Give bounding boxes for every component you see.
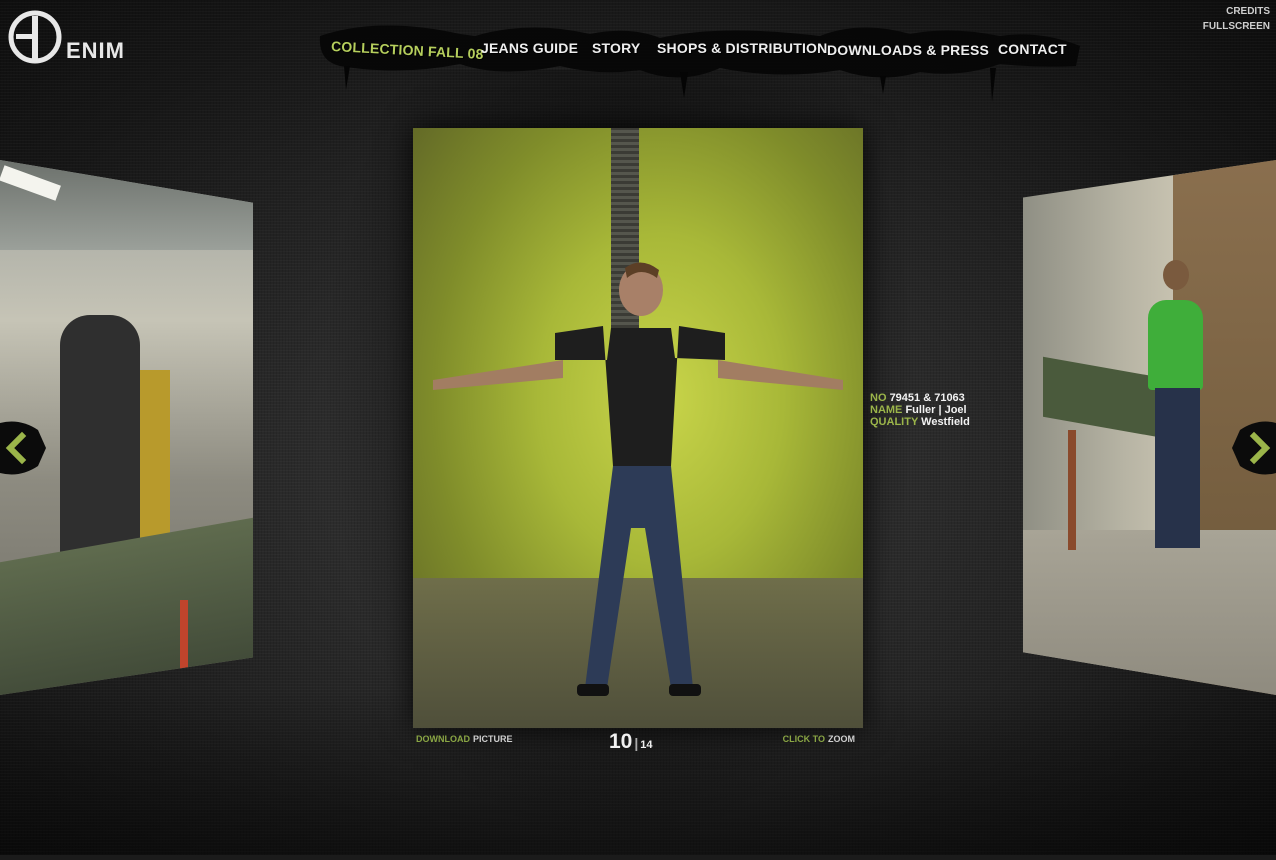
info-number-label: NO [870, 392, 887, 404]
nav-story[interactable]: STORY [592, 40, 640, 56]
logo-mark-icon [8, 10, 62, 64]
credits-link[interactable]: CREDITS [1203, 4, 1270, 19]
nav-jeans-guide[interactable]: JEANS GUIDE [481, 40, 578, 56]
chevron-right-icon [1232, 421, 1276, 475]
chevron-left-icon [0, 421, 46, 475]
top-links: CREDITS FULLSCREEN [1203, 4, 1270, 34]
photo-controls: DOWNLOAD PICTURE 10 | 14 CLICK TO ZOOM [413, 730, 863, 754]
photo-counter: 10 | 14 [609, 730, 653, 754]
model-green-shirt [1148, 300, 1203, 390]
zoom-action: ZOOM [828, 734, 855, 744]
info-number-value: 79451 & 71063 [889, 392, 965, 404]
info-name-label: NAME [870, 404, 903, 416]
info-quality-label: QUALITY [870, 416, 919, 428]
counter-separator: | [634, 735, 639, 751]
counter-current: 10 [609, 730, 633, 753]
product-info: NO 79451 & 71063 NAME Fuller | Joel QUAL… [870, 392, 970, 428]
zoom-label: CLICK TO [782, 734, 825, 744]
model-silhouette [433, 262, 843, 696]
model-head [1163, 260, 1189, 290]
info-name-row: NAME Fuller | Joel [870, 404, 970, 416]
download-picture-link[interactable]: DOWNLOAD PICTURE [416, 734, 513, 744]
nav-downloads-press[interactable]: DOWNLOADS & PRESS [827, 42, 989, 58]
previous-arrow[interactable] [0, 418, 50, 478]
nav-shops-distribution[interactable]: SHOPS & DISTRIBUTION [657, 40, 827, 56]
counter-total: 14 [640, 739, 653, 751]
logo-text: ENIM [66, 38, 125, 63]
info-quality-value: Westfield [921, 416, 970, 428]
table-leg [1068, 430, 1076, 550]
denim-logo[interactable]: ENIM [8, 8, 128, 68]
next-arrow[interactable] [1228, 418, 1276, 478]
fullscreen-link[interactable]: FULLSCREEN [1203, 19, 1270, 34]
main-photo[interactable] [413, 128, 863, 728]
info-number-row: NO 79451 & 71063 [870, 392, 970, 404]
download-label: DOWNLOAD [416, 734, 470, 744]
model-jeans [1155, 388, 1200, 548]
download-object: PICTURE [473, 734, 513, 744]
info-name-value: Fuller | Joel [905, 404, 967, 416]
nav-contact[interactable]: CONTACT [998, 41, 1067, 57]
info-quality-row: QUALITY Westfield [870, 416, 970, 428]
zoom-link[interactable]: CLICK TO ZOOM [783, 734, 855, 744]
